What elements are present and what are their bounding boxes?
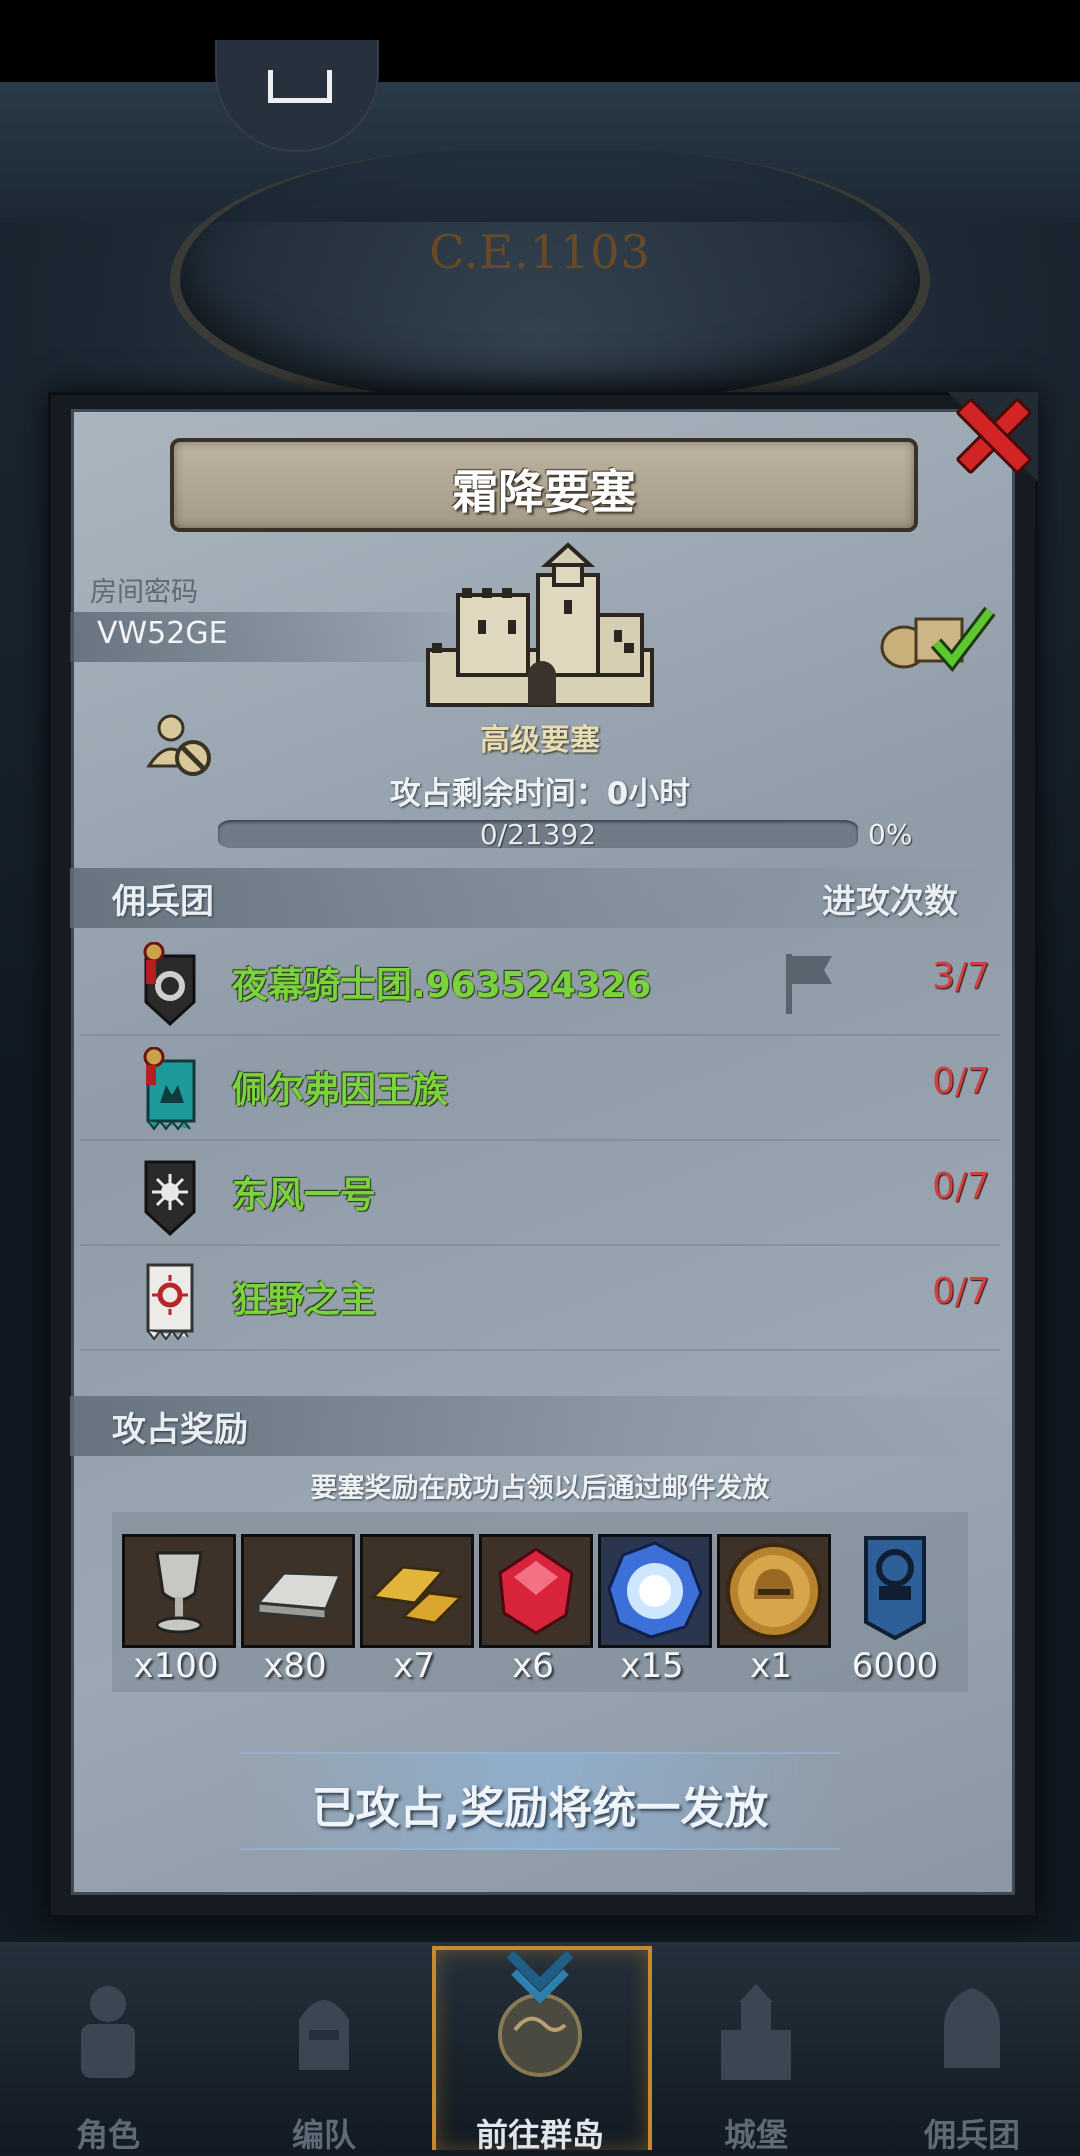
nav-item[interactable]: 编队: [224, 1960, 424, 2154]
flag-icon: [786, 954, 832, 1014]
attack-count: 3/7: [932, 956, 990, 997]
mercenary-name: 狂野之主: [232, 1280, 377, 1321]
reward-claimed-icon[interactable]: [878, 603, 998, 673]
mercenary-name: 佩尔弗因王族: [232, 1070, 449, 1111]
golden-helmet-coin-icon[interactable]: [717, 1534, 831, 1648]
red-sun-banner-icon: [140, 1257, 200, 1343]
status-bar: [0, 0, 1080, 82]
mercenary-header: 佣兵团: [112, 882, 214, 922]
nav-item[interactable]: 城堡: [656, 1960, 856, 2154]
reward-note: 要塞奖励在成功占领以后通过邮件发放: [310, 1473, 770, 1504]
user-blocked-icon[interactable]: [145, 710, 215, 780]
mercenary-row[interactable]: 夜幕骑士团.963524326 3/7: [80, 930, 1000, 1036]
room-code-value[interactable]: VW52GE: [97, 616, 228, 651]
nav-label: 城堡: [723, 2116, 788, 2154]
close-button[interactable]: [945, 388, 1035, 478]
fortress-castle-icon: [426, 542, 654, 707]
progress-text: 0/21392: [479, 818, 597, 851]
reward-count: x80: [263, 1646, 327, 1686]
nav-item[interactable]: 角色: [8, 1960, 208, 2154]
mercenary-row[interactable]: 佩尔弗因王族 0/7: [80, 1035, 1000, 1141]
chevron-down-icon: [506, 1950, 574, 2004]
blue-crystal-icon[interactable]: [598, 1534, 712, 1648]
era-text: C.E.1103: [429, 225, 651, 279]
silver-goblet-icon[interactable]: [122, 1534, 236, 1648]
era-dial: [170, 150, 930, 410]
attack-count: 0/7: [932, 1166, 990, 1207]
tray-icon: [268, 70, 332, 103]
mercenary-row[interactable]: 狂野之主 0/7: [80, 1245, 1000, 1351]
dialog-title: 霜降要塞: [452, 465, 636, 519]
nav-label: 前往群岛: [475, 2116, 604, 2154]
nav-label: 编队: [291, 2116, 356, 2154]
nav-label: 佣兵团: [923, 2116, 1020, 2154]
claim-status-text: 已攻占,奖励将统一发放: [311, 1783, 769, 1834]
reward-count: x15: [620, 1646, 684, 1686]
gold-bars-icon[interactable]: [360, 1534, 474, 1648]
mercenary-name: 夜幕骑士团.963524326: [232, 965, 652, 1006]
reward-count: x1: [750, 1646, 792, 1686]
silver-ingot-icon[interactable]: [241, 1534, 355, 1648]
nav-label: 角色: [75, 2116, 140, 2154]
reward-count: 6000: [851, 1646, 939, 1686]
reward-header: 攻占奖励: [112, 1410, 248, 1450]
mercenary-name: 东风一号: [232, 1175, 377, 1216]
black-ring-shield-icon: [140, 941, 200, 1028]
teal-crown-banner-icon: [140, 1046, 200, 1133]
nav-item[interactable]: 佣兵团: [872, 1960, 1072, 2154]
attack-count-header: 进攻次数: [822, 882, 958, 922]
red-gem-icon[interactable]: [479, 1534, 593, 1648]
blue-banner-icon[interactable]: [862, 1534, 928, 1641]
reward-count: x6: [512, 1646, 554, 1686]
mercenary-row[interactable]: 东风一号 0/7: [80, 1140, 1000, 1246]
progress-percent: 0%: [868, 818, 913, 851]
sun-shield-icon: [140, 1152, 200, 1238]
room-code-label: 房间密码: [90, 577, 198, 608]
reward-count: x7: [393, 1646, 435, 1686]
reward-count: x100: [133, 1646, 219, 1686]
title-banner: 霜降要塞: [170, 438, 918, 532]
attack-count: 0/7: [932, 1061, 990, 1102]
attack-count: 0/7: [932, 1271, 990, 1312]
